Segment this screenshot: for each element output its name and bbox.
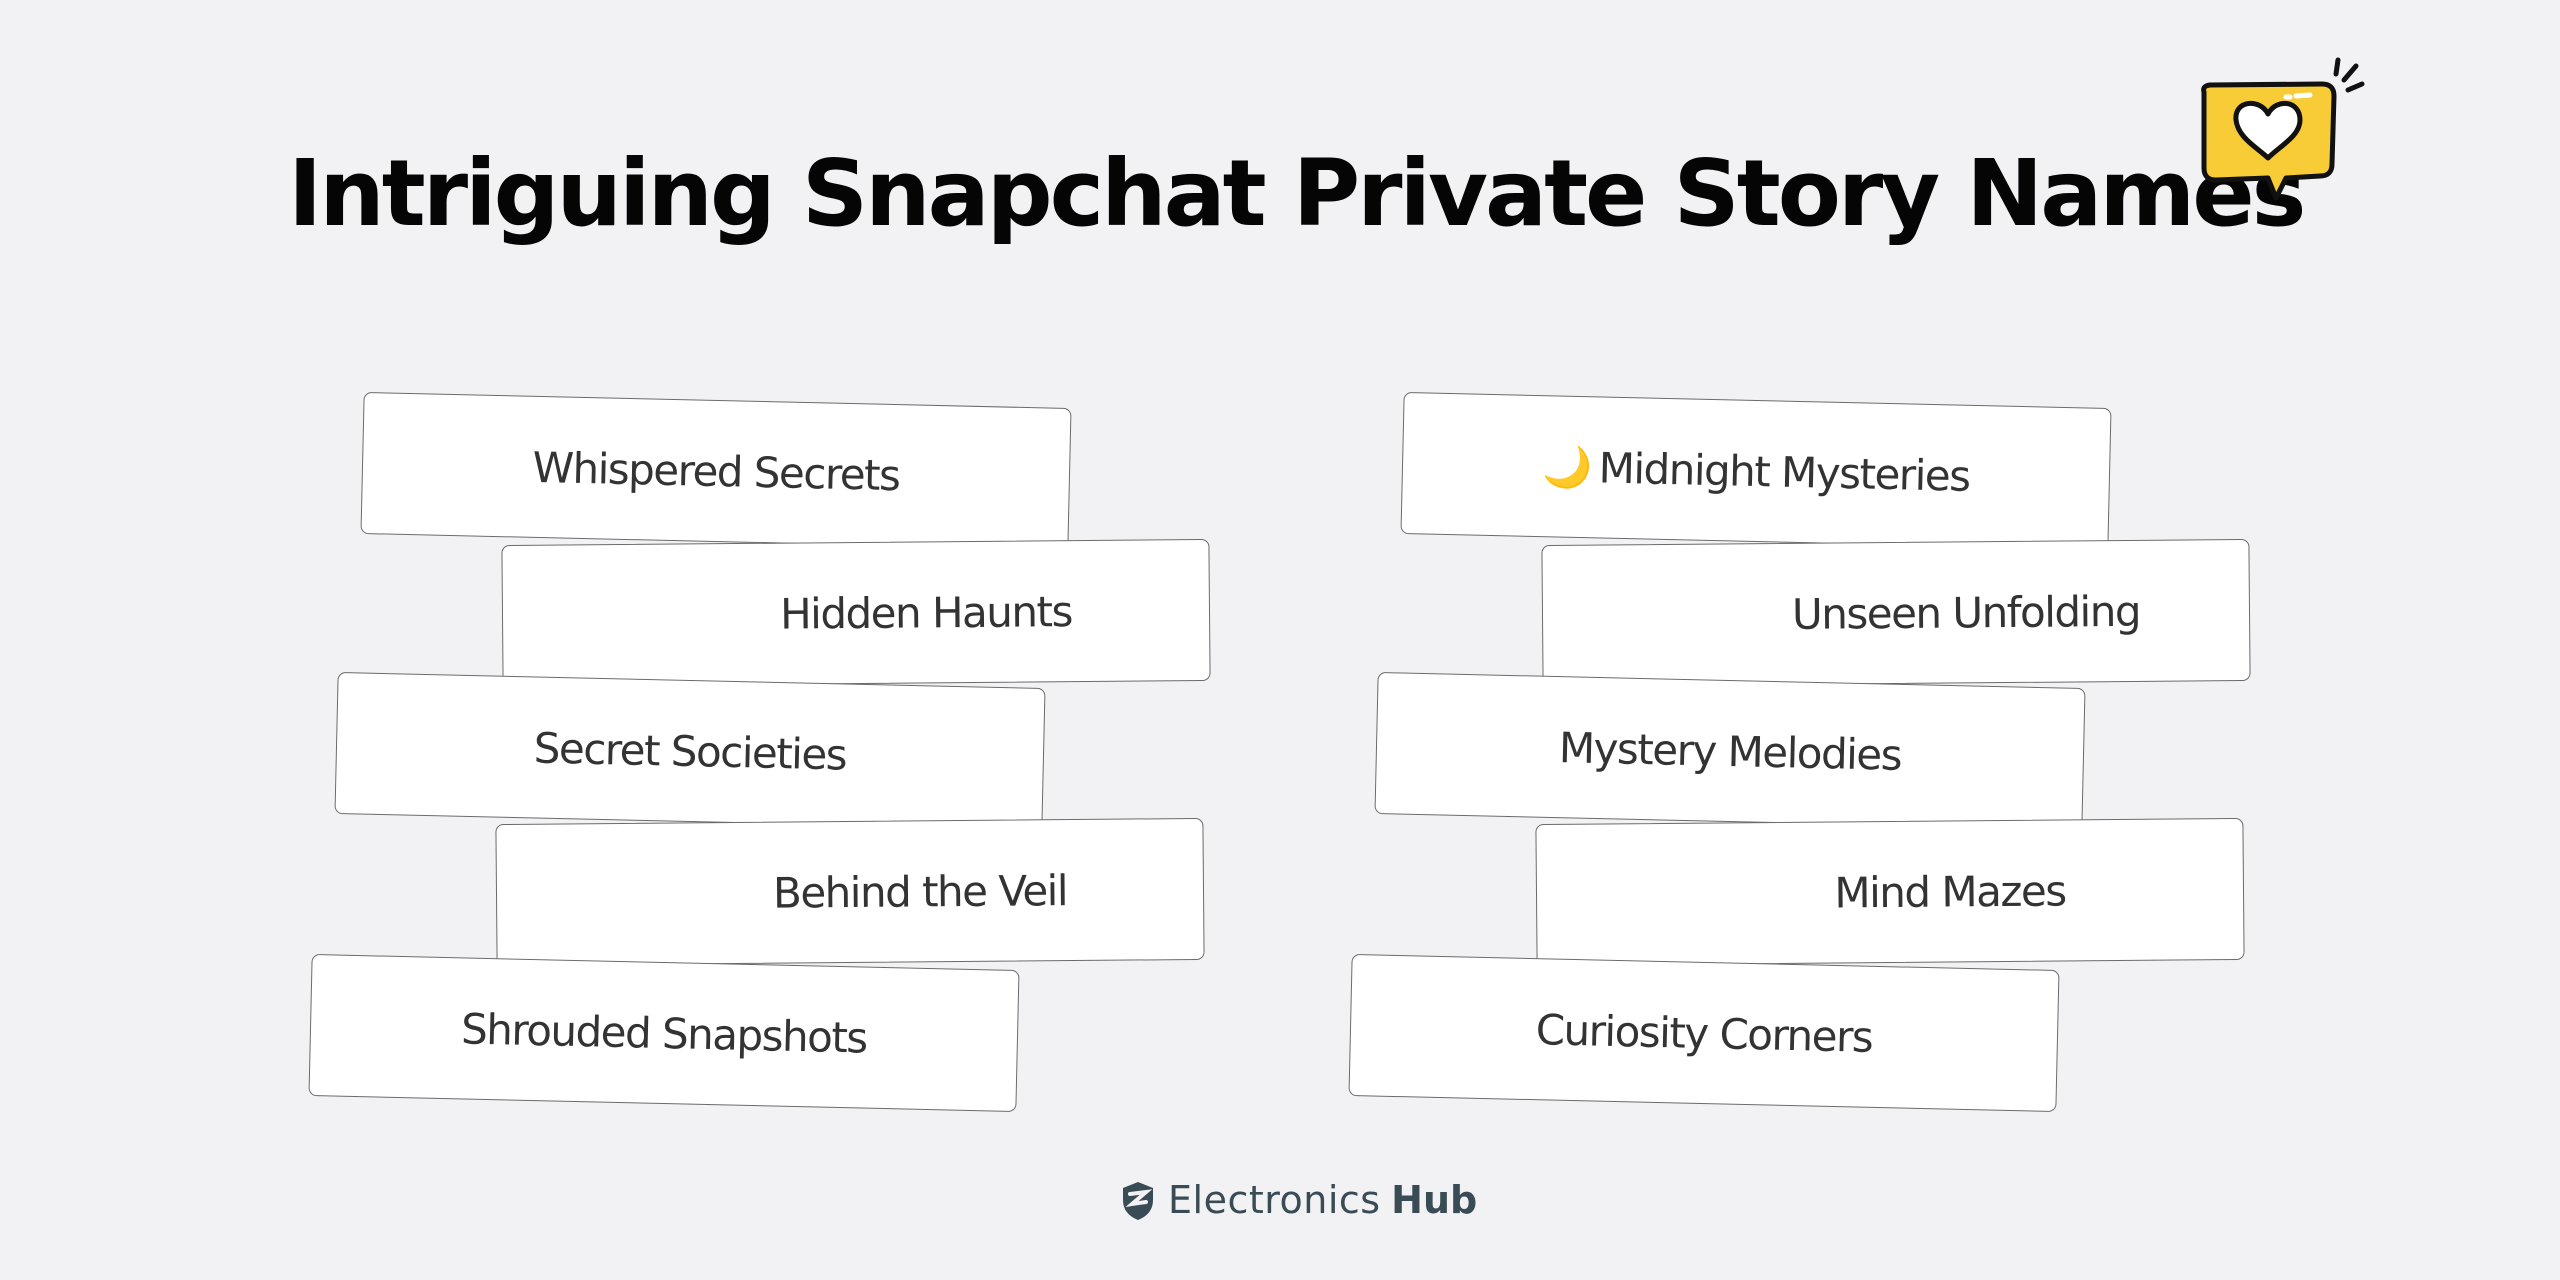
crescent-moon-icon: 🌙	[1541, 443, 1592, 491]
story-name-text: Midnight Mysteries	[1598, 442, 1971, 501]
story-name-card: Whispered Secrets	[360, 391, 1072, 551]
story-name-card: Secret Societies	[334, 671, 1046, 831]
footer-brand: Electronics Hub	[1120, 1178, 1477, 1223]
story-name-label: Shrouded Snapshots	[460, 1003, 868, 1063]
story-name-card: Behind the Veil	[495, 817, 1205, 967]
story-name-card: Hidden Haunts	[501, 538, 1211, 688]
story-name-label: 🌙 Midnight Mysteries	[1541, 442, 1971, 501]
story-name-label: Unseen Unfolding	[1791, 586, 2141, 639]
story-name-card: 🌙 Midnight Mysteries	[1400, 391, 2112, 551]
story-name-card: Mystery Melodies	[1374, 671, 2086, 831]
brand-name-light: Electronics	[1168, 1178, 1381, 1222]
story-name-label: Behind the Veil	[772, 865, 1068, 918]
story-name-label: Hidden Haunts	[779, 586, 1073, 639]
story-name-label: Whispered Secrets	[531, 442, 901, 500]
story-name-card: Curiosity Corners	[1348, 953, 2060, 1113]
page-title: Intriguing Snapchat Private Story Names	[288, 140, 2306, 247]
shield-logo-icon	[1123, 1181, 1153, 1220]
story-name-card: Shrouded Snapshots	[308, 953, 1020, 1113]
story-name-label: Curiosity Corners	[1535, 1004, 1873, 1062]
story-name-label: Mind Mazes	[1834, 865, 2066, 917]
heart-speech-bubble-icon	[2201, 57, 2365, 201]
brand-name-bold: Hub	[1391, 1178, 1478, 1222]
story-name-card: Unseen Unfolding	[1541, 538, 2251, 688]
story-name-label: Mystery Melodies	[1558, 722, 1902, 780]
story-name-card: Mind Mazes	[1535, 817, 2245, 967]
story-name-label: Secret Societies	[533, 722, 847, 780]
